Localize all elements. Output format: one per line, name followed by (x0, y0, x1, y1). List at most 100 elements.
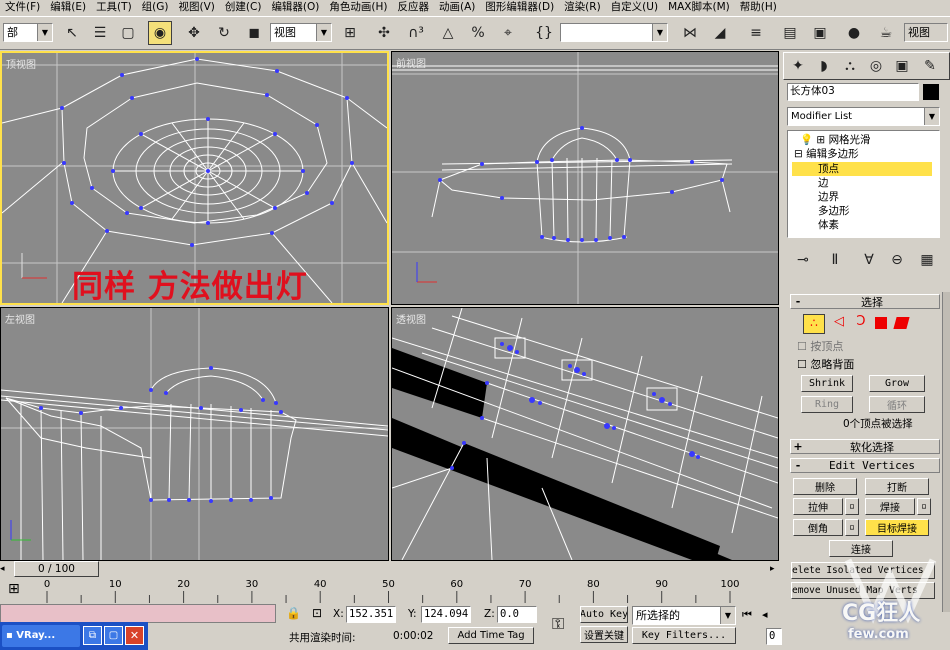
absolute-mode-icon[interactable]: ⊡ (312, 606, 322, 620)
pin-stack-icon[interactable]: ⊸ (791, 248, 815, 272)
loop-button[interactable]: 循环 (869, 396, 925, 413)
selection-filter-dropdown[interactable]: 部 ▼ (3, 23, 53, 42)
layer-manager-icon[interactable]: ≡ (744, 21, 768, 45)
weld-settings-button[interactable]: ▫ (917, 498, 931, 515)
chevron-down-icon[interactable]: ▼ (720, 607, 735, 624)
select-arrow-icon[interactable]: ↖ (60, 21, 84, 45)
scale-icon[interactable]: ◼ (242, 21, 266, 45)
maximize-button[interactable]: ▢ (104, 626, 123, 645)
align-icon[interactable]: ◢ (708, 21, 732, 45)
edge-mode-icon[interactable]: ◁ (829, 314, 849, 334)
stack-item-meshsmooth[interactable]: 💡 ⊞ 网格光滑 (800, 133, 871, 147)
selection-set-dropdown[interactable]: 所选择的 ▼ (632, 606, 736, 625)
rotate-icon[interactable]: ↻ (212, 21, 236, 45)
go-to-start-icon[interactable]: ⏮ (742, 608, 752, 622)
vertex-mode-icon[interactable]: ∴ (803, 314, 825, 334)
close-button[interactable]: ✕ (125, 626, 144, 645)
display-tab-icon[interactable]: ▣ (890, 54, 914, 78)
next-frame-icon[interactable]: ▸ (770, 561, 782, 577)
key-filters-button[interactable]: Key Filters... (632, 627, 736, 644)
viewport-top[interactable]: 顶视图 同样 方法做出灯 (0, 51, 389, 305)
menu-item-5[interactable]: 创建(C) (220, 0, 267, 15)
y-coordinate-field[interactable]: 124.094 (421, 606, 471, 623)
x-coordinate-field[interactable]: 152.351 (346, 606, 396, 623)
rollout-edit-vertices[interactable]: - Edit Vertices (790, 458, 940, 473)
remove-modifier-icon[interactable]: ⊖ (885, 248, 909, 272)
by-vertex-checkbox[interactable]: ☐ 按顶点 (797, 338, 843, 354)
render-setup-icon[interactable]: ☕ (874, 21, 898, 45)
menu-item-11[interactable]: 渲染(R) (559, 0, 606, 15)
maxscript-listener[interactable] (0, 604, 276, 623)
pivot-icon[interactable]: ⊞ (338, 21, 362, 45)
chevron-down-icon[interactable]: ▼ (652, 24, 667, 41)
menu-item-14[interactable]: 帮助(H) (735, 0, 782, 15)
set-key-button[interactable]: 设置关键 (580, 626, 628, 643)
modify-tab-icon[interactable]: ◗ (812, 54, 836, 78)
select-by-name-icon[interactable]: ☰ (88, 21, 112, 45)
break-button[interactable]: 打断 (865, 478, 929, 495)
menu-item-7[interactable]: 角色动画(H) (324, 0, 392, 15)
menu-item-0[interactable]: 文件(F) (0, 0, 45, 15)
percent-snap-icon[interactable]: % (466, 21, 490, 45)
move-icon[interactable]: ✥ (182, 21, 206, 45)
rollout-soft-selection[interactable]: + 软化选择 (790, 439, 940, 454)
menu-item-2[interactable]: 工具(T) (91, 0, 137, 15)
extrude-settings-button[interactable]: ▫ (845, 498, 859, 515)
hierarchy-tab-icon[interactable]: ⛬ (838, 54, 862, 78)
angle-snap-icon[interactable]: △ (436, 21, 460, 45)
chamfer-settings-button[interactable]: ▫ (845, 519, 859, 536)
menu-item-4[interactable]: 视图(V) (174, 0, 220, 15)
chevron-down-icon[interactable]: ▼ (37, 24, 52, 41)
chevron-down-icon[interactable]: ▼ (316, 24, 331, 41)
minimize-button[interactable]: ⧉ (83, 626, 102, 645)
stack-item-border[interactable]: 边界 (818, 190, 839, 204)
panel-scrollbar[interactable] (942, 292, 950, 612)
snap-3-icon[interactable]: ∩³ (404, 21, 428, 45)
create-tab-icon[interactable]: ✦ (786, 54, 810, 78)
prev-key-icon[interactable]: ◂ (762, 608, 768, 621)
modifier-list-dropdown[interactable]: Modifier List ▼ (787, 107, 940, 126)
mirror-icon[interactable]: ⋈ (678, 21, 702, 45)
menu-item-9[interactable]: 动画(A) (434, 0, 480, 15)
reference-coord-dropdown[interactable]: 视图 ▼ (270, 23, 332, 42)
object-color-swatch[interactable] (923, 84, 939, 100)
polygon-mode-icon[interactable] (875, 317, 887, 329)
viewport-left[interactable]: 左视图 (0, 307, 389, 561)
prev-frame-icon[interactable]: ◂ (0, 561, 12, 577)
time-slider[interactable]: 0 / 100 ◂ ▸ (0, 561, 783, 578)
view-dropdown[interactable]: 视图 (904, 23, 948, 42)
menu-item-10[interactable]: 图形编辑器(D) (480, 0, 559, 15)
spinner-snap-icon[interactable]: ⌖ (496, 21, 520, 45)
edit-named-sel-icon[interactable]: {} (532, 21, 556, 45)
add-time-tag-button[interactable]: Add Time Tag (448, 627, 534, 644)
rect-selection-icon[interactable]: ▢ (116, 21, 140, 45)
menu-item-3[interactable]: 组(G) (137, 0, 174, 15)
make-unique-icon[interactable]: ∀ (857, 248, 881, 272)
extrude-button[interactable]: 拉伸 (793, 498, 843, 515)
named-selection-dropdown[interactable]: ▼ (560, 23, 668, 42)
remove-button[interactable]: 删除 (793, 478, 857, 495)
menu-item-6[interactable]: 编辑器(O) (266, 0, 324, 15)
stack-item-element[interactable]: 体素 (818, 218, 839, 232)
ring-button[interactable]: Ring (801, 396, 853, 413)
border-mode-icon[interactable]: Ɔ (851, 314, 871, 334)
lightbulb-icon[interactable]: 💡 (800, 134, 813, 146)
ignore-backface-checkbox[interactable]: ☐ 忽略背面 (797, 356, 854, 372)
menu-item-1[interactable]: 编辑(E) (45, 0, 91, 15)
current-frame-field[interactable]: 0 (766, 628, 782, 645)
element-mode-icon[interactable] (893, 317, 910, 329)
menu-item-12[interactable]: 自定义(U) (606, 0, 663, 15)
stack-item-polygon[interactable]: 多边形 (818, 204, 850, 218)
stack-item-vertex[interactable]: 顶点 (792, 162, 932, 176)
motion-tab-icon[interactable]: ◎ (864, 54, 888, 78)
utilities-tab-icon[interactable]: ✎ (918, 54, 942, 78)
z-coordinate-field[interactable]: 0.0 (497, 606, 537, 623)
rollout-selection[interactable]: - 选择 (790, 294, 940, 309)
track-bar[interactable]: ⊞ 0 10 20 30 40 50 60 70 80 90 100 (0, 579, 783, 604)
object-name-field[interactable]: 长方体03 (787, 83, 919, 101)
show-end-result-icon[interactable]: Ⅱ (823, 248, 847, 272)
select-manipulate-icon[interactable]: ✣ (372, 21, 396, 45)
material-editor-icon[interactable]: ● (842, 21, 866, 45)
stack-item-edit-poly[interactable]: ⊟ 编辑多边形 (794, 147, 859, 161)
viewport-front[interactable]: 前视图 (391, 51, 779, 305)
